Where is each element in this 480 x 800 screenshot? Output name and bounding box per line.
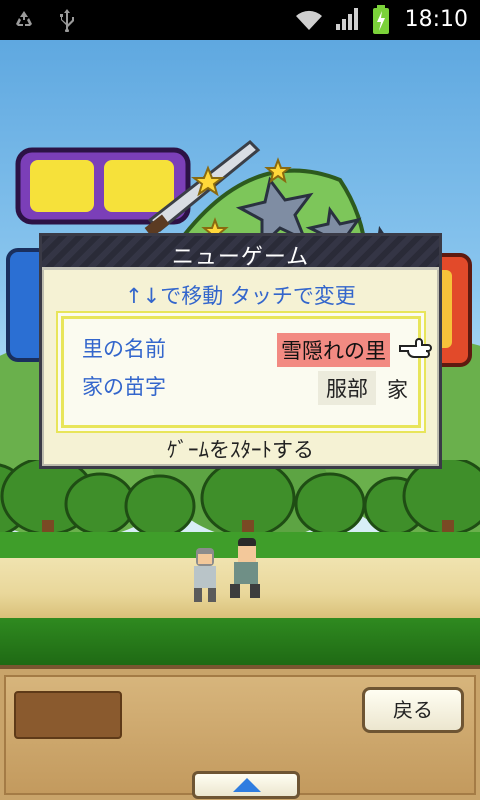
ninja-character [194,548,216,602]
panel-inner: 戻る [4,675,476,799]
new-game-dialog: ニューゲーム ↑↓で移動 タッチで変更 里の名前 雪隠れの里 家の苗字 服部 家… [39,233,442,469]
up-arrow-icon [233,778,261,792]
recycle-icon [16,11,32,26]
status-bar: 18:10 [0,0,480,40]
family-name-value[interactable]: 服部 [318,371,376,405]
ninja-character [230,538,260,598]
family-suffix: 家 [387,378,408,402]
village-name-label: 里の名前 [82,337,166,361]
info-box [14,691,122,739]
start-game-button[interactable]: ｹﾞｰﾑをｽﾀｰﾄする [42,434,439,464]
bottom-panel: 戻る [0,665,480,800]
dialog-header: ニューゲーム [42,236,439,270]
status-time: 18:10 [404,7,468,32]
scroll-up-button[interactable] [192,771,300,799]
dialog-title: ニューゲーム [171,245,310,270]
grass-field [0,618,480,665]
pointing-hand-icon [399,338,432,358]
instructions-text: ↑↓で移動 タッチで変更 [125,284,356,308]
usb-icon [60,9,74,32]
settings-box: 里の名前 雪隠れの里 家の苗字 服部 家 [61,316,432,428]
tree [0,460,480,538]
village-name-value[interactable]: 雪隠れの里 [277,333,390,367]
back-button[interactable]: 戻る [362,687,464,733]
signal-icon [336,8,358,30]
wifi-icon [296,10,322,30]
battery-charging-icon [373,5,389,34]
family-name-label: 家の苗字 [82,375,166,399]
